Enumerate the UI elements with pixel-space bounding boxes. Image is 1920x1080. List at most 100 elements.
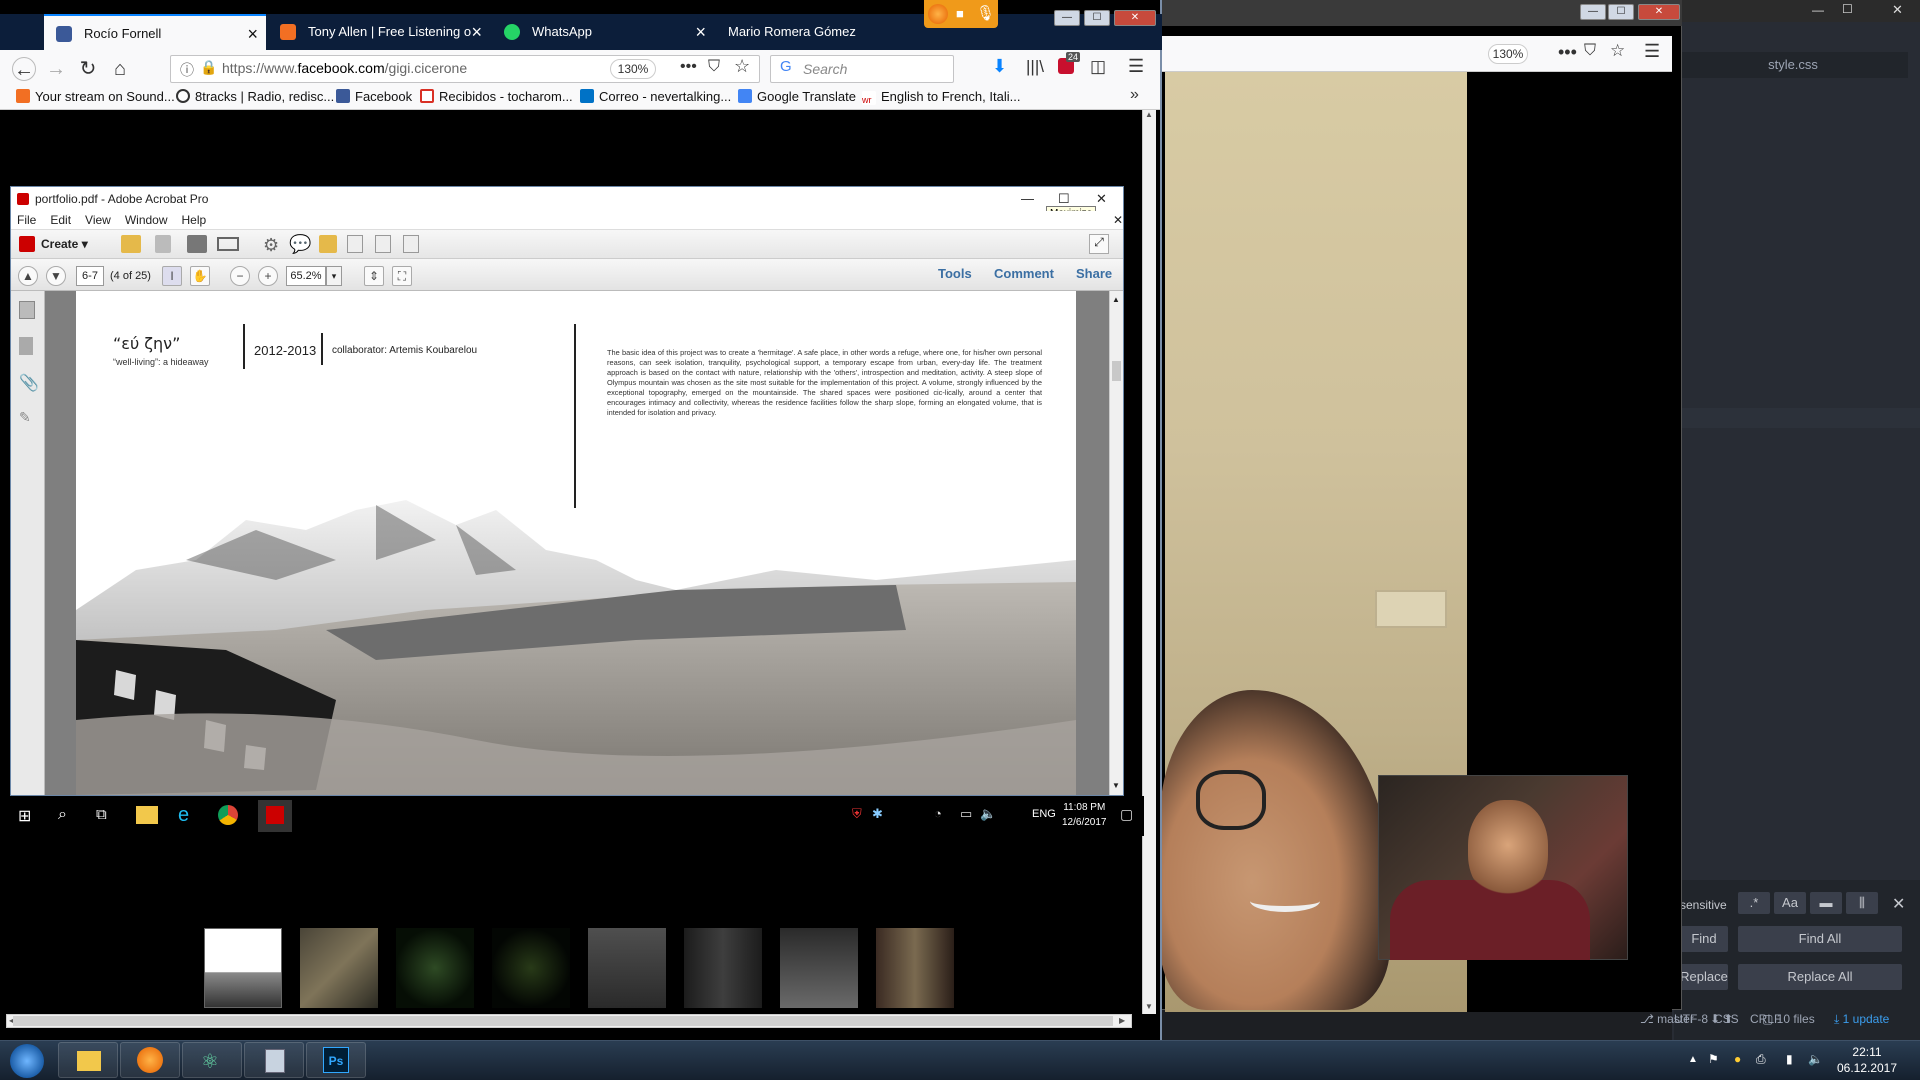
network-icon[interactable]: ◔ — [934, 806, 942, 821]
minimize-icon[interactable]: — — [1021, 187, 1034, 211]
back-icon[interactable]: ← — [12, 57, 36, 81]
maximize-icon[interactable]: ☐ — [1084, 10, 1110, 26]
bookmarks-icon[interactable] — [19, 337, 33, 355]
zoom-in-icon[interactable]: + — [258, 266, 278, 286]
forward-icon[interactable]: → — [44, 57, 68, 81]
tools-link[interactable]: Tools — [938, 266, 972, 281]
tab-mario-romera[interactable]: Mario Romera Gómez — [716, 14, 926, 50]
close-tab-icon[interactable]: × — [471, 14, 482, 50]
bookmark-gmail[interactable]: Recibidos - tocharom... — [420, 88, 573, 106]
tab-rocio-fornell[interactable]: Rocío Fornell × — [44, 14, 266, 50]
fit-page-icon[interactable]: ⇕ — [364, 266, 384, 286]
acrobat-taskbar-button[interactable] — [258, 800, 292, 832]
thumbnail-5[interactable] — [588, 928, 666, 1008]
close-tab-icon[interactable]: × — [695, 14, 706, 50]
search-box[interactable]: Search — [770, 55, 954, 83]
next-page-icon[interactable]: ▼ — [46, 266, 66, 286]
regex-toggle[interactable]: .* — [1738, 892, 1770, 914]
home-icon[interactable]: ⌂ — [108, 57, 132, 81]
signal-icon[interactable]: ▮ — [1786, 1052, 1793, 1066]
print-icon[interactable] — [187, 235, 207, 253]
share-link[interactable]: Share — [1076, 266, 1112, 281]
selection-toggle[interactable]: ▬ — [1810, 892, 1842, 914]
menu-icon[interactable]: ☰ — [1128, 56, 1144, 77]
save-icon[interactable] — [155, 235, 171, 253]
edge-icon[interactable]: e — [178, 804, 189, 827]
menu-view[interactable]: View — [85, 213, 111, 227]
git-branch[interactable]: ⎇ master — [1640, 1012, 1694, 1026]
zoom-dropdown-icon[interactable]: ▾ — [326, 266, 342, 286]
atom-tab-style-css[interactable]: style.css — [1678, 52, 1908, 78]
replace-button[interactable]: Replace — [1680, 964, 1728, 990]
files-status[interactable]: ▢ 10 files — [1762, 1012, 1815, 1026]
close-icon[interactable]: ✕ — [1114, 10, 1156, 26]
language-indicator[interactable]: ENG — [1032, 808, 1056, 820]
zoom-indicator[interactable]: 130% — [1488, 44, 1528, 64]
bookmark-google-translate[interactable]: Google Translate — [738, 88, 856, 106]
scroll-up-icon[interactable]: ▲ — [1112, 295, 1120, 304]
pocket-icon[interactable]: ⛉ — [1584, 42, 1596, 60]
close-document-icon[interactable]: ✕ — [1113, 211, 1123, 229]
tab-whatsapp[interactable]: WhatsApp × — [492, 14, 714, 50]
close-tab-icon[interactable]: × — [247, 16, 258, 50]
zoom-indicator[interactable]: 130% — [610, 59, 656, 79]
select-tool-icon[interactable]: I — [162, 266, 182, 286]
page-thumbnails-icon[interactable] — [19, 301, 35, 319]
case-toggle[interactable]: Aa — [1774, 892, 1806, 914]
search-icon[interactable]: ⌕ — [58, 806, 67, 824]
create-button[interactable]: Create ▾ — [41, 237, 88, 251]
replace-all-button[interactable]: Replace All — [1738, 964, 1902, 990]
thumbnail-3[interactable] — [396, 928, 474, 1008]
close-icon[interactable]: ✕ — [1892, 894, 1905, 914]
scroll-down-icon[interactable]: ▼ — [1145, 1002, 1154, 1012]
scroll-up-icon[interactable]: ▲ — [1145, 110, 1154, 120]
windows-start-icon[interactable]: ⊞ — [18, 806, 31, 826]
menu-edit[interactable]: Edit — [50, 213, 71, 227]
prev-page-icon[interactable]: ▲ — [18, 266, 38, 286]
signatures-icon[interactable]: ✎ — [19, 409, 31, 426]
thumbnail-4[interactable] — [492, 928, 570, 1008]
info-icon[interactable]: ⓘ — [180, 60, 194, 80]
updates-status[interactable]: ⤓ 1 update — [1834, 1012, 1889, 1027]
highlight-icon[interactable] — [319, 235, 337, 253]
sign-icon[interactable] — [403, 235, 419, 253]
start-button[interactable] — [10, 1044, 44, 1078]
find-all-button[interactable]: Find All — [1738, 926, 1902, 952]
page-actions-icon[interactable]: ••• — [680, 58, 697, 76]
scroll-thumb[interactable] — [13, 1016, 1113, 1026]
maximize-icon[interactable]: ☐ — [1608, 4, 1634, 20]
bluetooth-icon[interactable]: ✱ — [872, 806, 883, 822]
taskbar-firefox[interactable] — [120, 1042, 180, 1078]
thumbnail-6[interactable] — [684, 928, 762, 1008]
sharing-indicator[interactable]: ■ 🎙 — [924, 0, 998, 28]
pocket-icon[interactable]: ⛉ — [708, 58, 720, 76]
minimize-icon[interactable]: — — [1812, 3, 1824, 17]
battery-icon[interactable]: ▭ — [960, 806, 972, 822]
system-clock[interactable]: 22:11 06.12.2017 — [1822, 1044, 1912, 1076]
show-hidden-icons[interactable]: ▲ — [1688, 1054, 1698, 1065]
attachments-icon[interactable]: 📎 — [19, 373, 39, 393]
menu-icon[interactable]: ☰ — [1644, 41, 1660, 62]
whole-word-toggle[interactable]: ⫼ — [1846, 892, 1878, 914]
minimize-icon[interactable]: — — [1054, 10, 1080, 26]
menu-help[interactable]: Help — [182, 213, 207, 227]
taskbar-explorer[interactable] — [58, 1042, 118, 1078]
volume-icon[interactable]: 🔈 — [1808, 1052, 1823, 1066]
comment-link[interactable]: Comment — [994, 266, 1054, 281]
thumbnail-2[interactable] — [300, 928, 378, 1008]
file-explorer-icon[interactable] — [136, 806, 158, 824]
fullscreen-icon[interactable]: ⤢ — [1089, 234, 1109, 254]
fit-width-icon[interactable]: ⛶ — [392, 266, 412, 286]
taskbar-photoshop[interactable]: Ps — [306, 1042, 366, 1078]
menu-window[interactable]: Window — [125, 213, 168, 227]
hand-tool-icon[interactable]: ✋ — [190, 266, 210, 286]
zoom-level-input[interactable]: 65.2% — [286, 266, 326, 286]
close-icon[interactable]: ✕ — [1892, 2, 1903, 18]
printer-icon[interactable]: ⎙ — [1756, 1052, 1766, 1067]
task-view-icon[interactable]: ⧉ — [96, 806, 107, 823]
page-actions-icon[interactable]: ••• — [1558, 42, 1577, 63]
download-icon[interactable]: ⬇ — [992, 56, 1007, 77]
open-folder-icon[interactable] — [121, 235, 141, 253]
extract-page-icon[interactable] — [375, 235, 391, 253]
thumbnail-8[interactable] — [876, 928, 954, 1008]
